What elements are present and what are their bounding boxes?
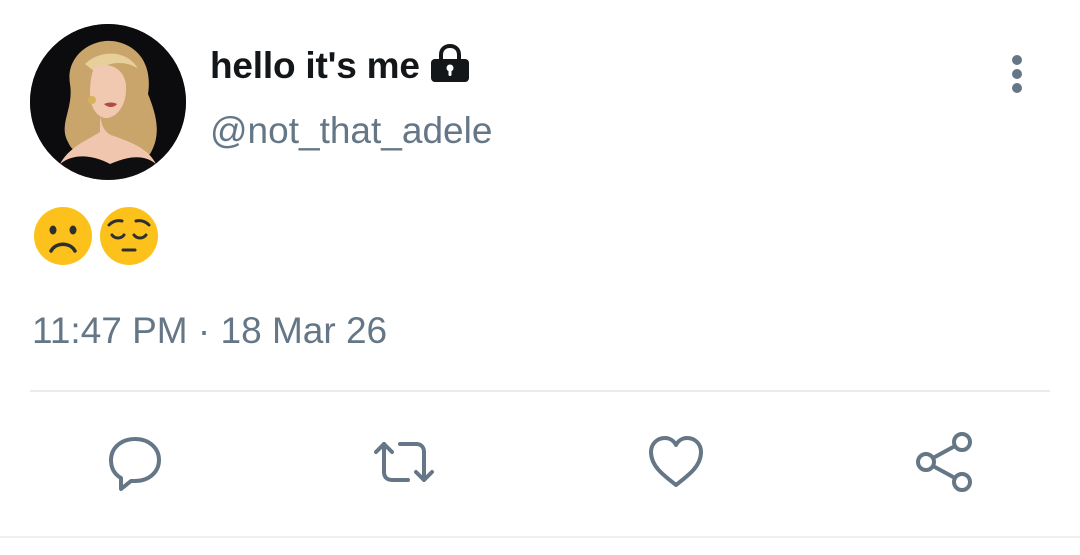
retweet-icon [374,442,434,482]
display-name[interactable]: hello it's me [210,45,420,87]
user-handle[interactable]: @not_that_adele [210,110,492,152]
reply-button[interactable] [103,430,167,494]
lock-icon [428,42,472,86]
pensive-face-emoji [100,207,158,265]
avatar-image [30,24,186,180]
display-name-row: hello it's me [210,40,472,92]
retweet-button[interactable] [372,430,436,494]
heart-icon [649,436,703,487]
frowning-face-emoji [34,207,92,265]
share-button[interactable] [912,430,976,494]
tweet-text [32,205,160,267]
avatar[interactable] [30,24,186,180]
speech-bubble-icon [109,437,161,491]
like-button[interactable] [644,430,708,494]
tweet-timestamp: 11:47 PM · 18 Mar 26 [32,310,388,351]
share-icon [916,432,972,492]
divider [30,390,1050,392]
tweet-card: hello it's me @not_that_adele 11:47 PM ·… [0,0,1080,555]
vertical-ellipsis-icon [1012,55,1022,93]
bottom-divider [0,536,1080,538]
more-options-button[interactable] [996,52,1038,98]
